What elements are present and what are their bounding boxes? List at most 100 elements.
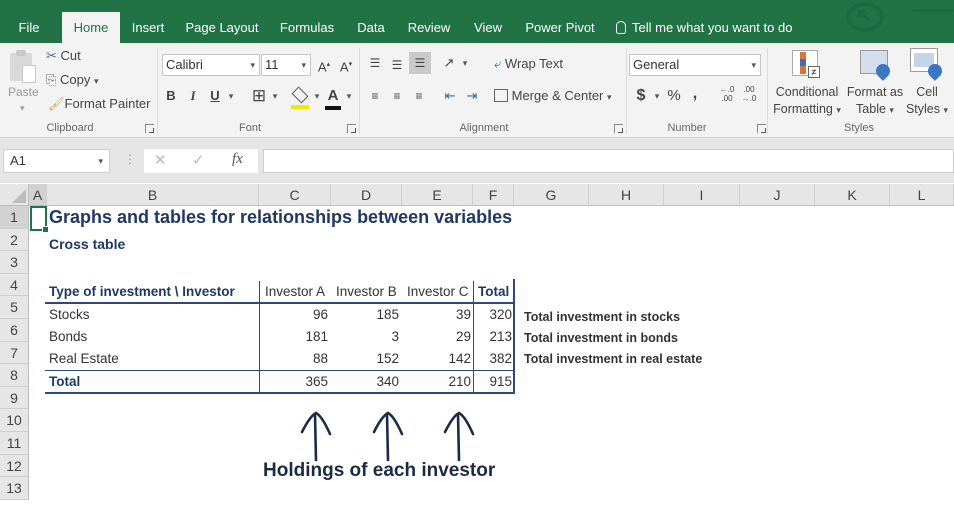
column-header-i[interactable]: I xyxy=(664,184,740,206)
table-vline-left xyxy=(259,281,260,394)
row-header-7[interactable]: 7 xyxy=(0,341,29,365)
bold-button[interactable]: B xyxy=(164,85,178,107)
top-align-icon[interactable]: ☰ xyxy=(366,52,384,74)
format-as-table-button[interactable]: Format as Table ▾ xyxy=(844,84,906,119)
tab-insert[interactable]: Insert xyxy=(126,12,170,43)
number-launcher-icon[interactable] xyxy=(757,124,766,133)
row-header-1[interactable]: 1 xyxy=(0,206,29,229)
decrease-font-size-icon[interactable]: A▾ xyxy=(338,54,354,76)
underline-dropdown[interactable]: ▾ xyxy=(226,85,236,107)
tell-me-search[interactable]: Tell me what you want to do xyxy=(616,12,792,43)
merge-center-button[interactable]: Merge & Center ▾ xyxy=(494,88,612,103)
bottom-align-icon[interactable]: ☰ xyxy=(409,52,431,74)
currency-button[interactable]: $ xyxy=(634,85,648,107)
column-header-f[interactable]: F xyxy=(473,184,514,206)
paste-dropdown[interactable]: ▾ xyxy=(20,103,25,114)
number-format-select[interactable]: General ▾ xyxy=(629,54,761,76)
underline-button[interactable]: U xyxy=(208,85,222,107)
fill-color-dropdown[interactable]: ▾ xyxy=(312,85,322,107)
row-header-5[interactable]: 5 xyxy=(0,296,29,319)
row-header-10[interactable]: 10 xyxy=(0,409,29,432)
column-header-j[interactable]: J xyxy=(740,184,815,206)
wrap-text-icon: ⤶ xyxy=(494,56,502,71)
column-header-d[interactable]: D xyxy=(331,184,402,206)
select-all-button[interactable] xyxy=(0,184,29,206)
increase-indent-icon[interactable]: ⇥ xyxy=(463,85,481,107)
active-cell-a1[interactable] xyxy=(30,206,49,233)
orientation-dropdown[interactable]: ▾ xyxy=(460,52,470,74)
row-header-12[interactable]: 12 xyxy=(0,454,29,478)
copy-button[interactable]: ⎘ Copy ▾ xyxy=(46,72,99,88)
decrease-decimal-icon[interactable]: .00 →.0 xyxy=(740,85,758,107)
orientation-icon[interactable]: ↗ xyxy=(440,52,458,74)
tab-power-pivot[interactable]: Power Pivot xyxy=(522,12,598,43)
font-name-select[interactable]: Calibri ▾ xyxy=(162,54,260,76)
column-header-c[interactable]: C xyxy=(259,184,331,206)
ribbon-tab-bar: File Home Insert Page Layout Formulas Da… xyxy=(0,0,954,43)
formula-input[interactable] xyxy=(263,149,954,173)
column-header-e[interactable]: E xyxy=(402,184,473,206)
column-header-a[interactable]: A xyxy=(29,184,47,206)
decrease-indent-icon[interactable]: ⇤ xyxy=(441,85,459,107)
row-header-4[interactable]: 4 xyxy=(0,273,29,297)
row-header-2[interactable]: 2 xyxy=(0,228,29,252)
column-header-k[interactable]: K xyxy=(815,184,890,206)
table-total-label: Total xyxy=(49,374,81,389)
name-box[interactable]: A1 ▾ xyxy=(3,149,110,173)
annotation-holdings: Holdings of each investor xyxy=(263,460,496,481)
conditional-formatting-button[interactable]: Conditional Formatting ▾ xyxy=(771,84,843,119)
table-vline-total xyxy=(473,281,474,394)
row-header-6[interactable]: 6 xyxy=(0,319,29,342)
percent-button[interactable]: % xyxy=(666,85,682,107)
font-size-select[interactable]: 11 ▾ xyxy=(261,54,311,76)
row-header-11[interactable]: 11 xyxy=(0,432,29,455)
borders-icon[interactable]: ⊞ xyxy=(250,85,268,107)
tab-review[interactable]: Review xyxy=(404,12,454,43)
tab-page-layout[interactable]: Page Layout xyxy=(182,12,262,43)
enter-icon[interactable]: ✓ xyxy=(192,151,205,169)
wrap-text-button[interactable]: ⤶ Wrap Text xyxy=(494,56,563,72)
row-header-3[interactable]: 3 xyxy=(0,251,29,274)
increase-font-size-icon[interactable]: A▴ xyxy=(316,54,332,76)
table-cell: 213 xyxy=(489,329,512,344)
formula-bar-grip-icon[interactable]: ⋮ xyxy=(124,152,136,166)
cell-styles-button[interactable]: Cell Styles ▾ xyxy=(903,84,951,119)
clipboard-launcher-icon[interactable] xyxy=(145,124,154,133)
align-right-icon[interactable]: ≡ xyxy=(410,85,428,107)
cut-button[interactable]: ✂ Cut xyxy=(46,48,81,64)
row-header-8[interactable]: 8 xyxy=(0,364,29,387)
table-cell: 915 xyxy=(489,374,512,389)
insert-function-icon[interactable]: fx xyxy=(232,151,243,168)
increase-decimal-icon[interactable]: ←.0.00 xyxy=(718,85,736,107)
tab-file[interactable]: File xyxy=(8,12,50,43)
merge-center-icon xyxy=(494,89,508,102)
table-cell: 185 xyxy=(376,307,399,322)
tab-home[interactable]: Home xyxy=(62,12,120,43)
paintbrush-icon: 🖌 xyxy=(48,96,65,111)
align-center-icon[interactable]: ≡ xyxy=(388,85,406,107)
tab-data[interactable]: Data xyxy=(352,12,390,43)
column-header-b[interactable]: B xyxy=(47,184,259,206)
italic-button[interactable]: I xyxy=(186,85,200,107)
row-header-13[interactable]: 13 xyxy=(0,477,29,500)
align-left-icon[interactable]: ≡ xyxy=(366,85,384,107)
separator xyxy=(626,48,627,134)
borders-dropdown[interactable]: ▾ xyxy=(270,85,280,107)
comma-style-button[interactable]: , xyxy=(690,83,700,105)
cancel-icon[interactable]: ✕ xyxy=(154,151,167,169)
paste-button[interactable]: Paste xyxy=(8,85,39,99)
fill-color-icon[interactable] xyxy=(290,85,310,109)
font-color-icon[interactable]: A xyxy=(324,85,342,110)
middle-align-icon[interactable]: ☰ xyxy=(388,54,406,76)
font-launcher-icon[interactable] xyxy=(347,124,356,133)
currency-dropdown[interactable]: ▾ xyxy=(652,85,662,107)
tab-formulas[interactable]: Formulas xyxy=(276,12,338,43)
column-header-g[interactable]: G xyxy=(514,184,589,206)
column-header-h[interactable]: H xyxy=(589,184,664,206)
column-header-l[interactable]: L xyxy=(890,184,954,206)
font-color-dropdown[interactable]: ▾ xyxy=(344,85,354,107)
format-painter-button[interactable]: 🖌Format Painter xyxy=(48,96,151,112)
tab-view[interactable]: View xyxy=(468,12,508,43)
row-header-9[interactable]: 9 xyxy=(0,386,29,410)
alignment-launcher-icon[interactable] xyxy=(614,124,623,133)
